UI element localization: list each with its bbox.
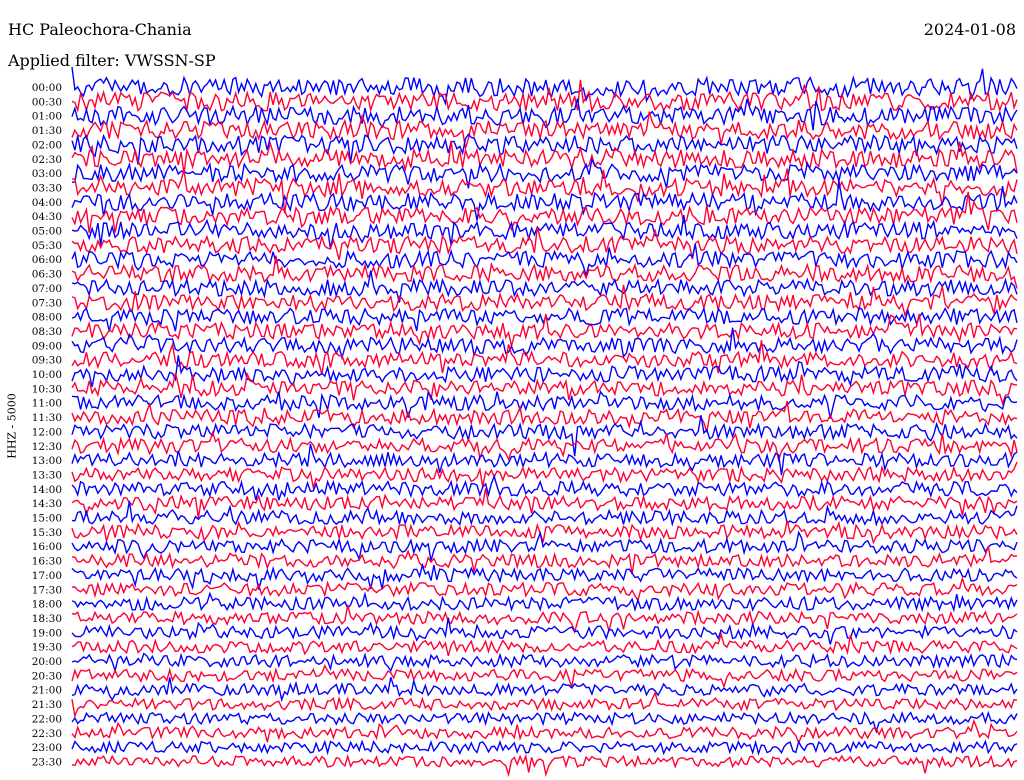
trace-row-15-30 xyxy=(71,520,1018,545)
row-label-18-00: 18:00 xyxy=(32,599,62,611)
trace-row-18-00 xyxy=(71,591,1018,613)
trace-row-22-30 xyxy=(71,718,1018,745)
row-label-06-30: 06:30 xyxy=(32,269,62,281)
row-label-07-00: 07:00 xyxy=(32,283,62,295)
trace-row-13-30 xyxy=(71,461,1018,490)
row-label-15-30: 15:30 xyxy=(32,527,62,539)
row-label-22-30: 22:30 xyxy=(32,728,62,740)
row-label-10-00: 10:00 xyxy=(32,369,62,381)
row-label-22-00: 22:00 xyxy=(32,713,62,725)
row-label-19-00: 19:00 xyxy=(32,627,62,639)
helicorder-plot: 00:00 00:30 01:00 01:30 02:00 02:30 03:00 03:30… xyxy=(32,66,1018,778)
row-label-19-30: 19:30 xyxy=(32,642,62,654)
row-label-11-30: 11:30 xyxy=(32,412,62,424)
row-label-20-30: 20:30 xyxy=(32,670,62,682)
trace-group xyxy=(71,66,1018,778)
row-label-02-00: 02:00 xyxy=(32,139,62,151)
row-label-05-30: 05:30 xyxy=(32,240,62,252)
row-label-20-00: 20:00 xyxy=(32,656,62,668)
row-label-13-30: 13:30 xyxy=(32,469,62,481)
trace-row-13-00 xyxy=(71,443,1018,476)
row-label-08-00: 08:00 xyxy=(32,312,62,324)
row-label-14-00: 14:00 xyxy=(32,484,62,496)
row-label-23-00: 23:00 xyxy=(32,742,62,754)
row-label-10-30: 10:30 xyxy=(32,383,62,395)
row-label-01-00: 01:00 xyxy=(32,111,62,123)
row-label-04-30: 04:30 xyxy=(32,211,62,223)
trace-row-21-00 xyxy=(71,677,1018,703)
trace-row-21-30 xyxy=(71,691,1018,719)
trace-row-20-00 xyxy=(71,652,1018,674)
row-label-06-00: 06:00 xyxy=(32,254,62,266)
row-label-05-00: 05:00 xyxy=(32,226,62,238)
date-label: 2024-01-08 xyxy=(923,20,1016,39)
row-label-13-00: 13:00 xyxy=(32,455,62,467)
row-label-12-00: 12:00 xyxy=(32,426,62,438)
row-label-03-00: 03:00 xyxy=(32,168,62,180)
trace-row-19-30 xyxy=(71,631,1018,657)
row-label-15-00: 15:00 xyxy=(32,513,62,525)
row-label-07-30: 07:30 xyxy=(32,297,62,309)
row-label-18-30: 18:30 xyxy=(32,613,62,625)
trace-row-23-30 xyxy=(71,753,1018,778)
row-label-11-00: 11:00 xyxy=(32,398,62,410)
row-label-17-00: 17:00 xyxy=(32,570,62,582)
trace-row-14-00 xyxy=(71,474,1018,501)
row-label-04-00: 04:00 xyxy=(32,197,62,209)
station-title: HC Paleochora-Chania xyxy=(8,20,192,39)
trace-row-01-00 xyxy=(71,98,1018,131)
row-label-16-00: 16:00 xyxy=(32,541,62,553)
row-label-09-00: 09:00 xyxy=(32,340,62,352)
trace-row-23-00 xyxy=(71,739,1018,756)
trace-row-03-00 xyxy=(71,157,1018,189)
row-label-14-30: 14:30 xyxy=(32,498,62,510)
channel-label: HHZ - 5000 xyxy=(5,393,19,459)
row-label-group: 00:00 00:30 01:00 01:30 02:00 02:30 03:00 03:30… xyxy=(32,82,62,768)
row-label-12-30: 12:30 xyxy=(32,441,62,453)
trace-row-20-30 xyxy=(71,664,1018,690)
row-label-21-30: 21:30 xyxy=(32,699,62,711)
trace-row-10-30 xyxy=(71,371,1018,406)
row-label-01-30: 01:30 xyxy=(32,125,62,137)
row-label-17-30: 17:30 xyxy=(32,584,62,596)
row-label-00-00: 00:00 xyxy=(32,82,62,94)
trace-row-09-00 xyxy=(71,327,1018,361)
row-label-00-30: 00:30 xyxy=(32,96,62,108)
filter-label: Applied filter: VWSSN-SP xyxy=(8,51,216,70)
row-label-02-30: 02:30 xyxy=(32,154,62,166)
row-label-21-00: 21:00 xyxy=(32,685,62,697)
row-label-16-30: 16:30 xyxy=(32,556,62,568)
row-label-09-30: 09:30 xyxy=(32,355,62,367)
row-label-03-30: 03:30 xyxy=(32,182,62,194)
row-label-08-30: 08:30 xyxy=(32,326,62,338)
row-label-23-30: 23:30 xyxy=(32,756,62,768)
trace-row-17-30 xyxy=(71,575,1018,603)
